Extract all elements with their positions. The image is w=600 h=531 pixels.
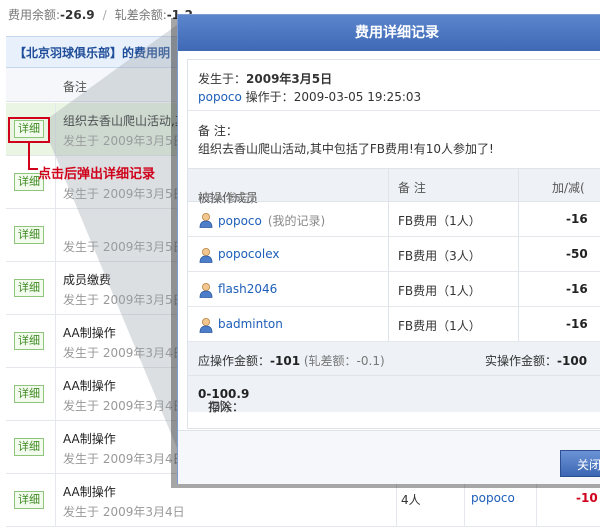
deduct-label: 扣除：: [208, 400, 245, 414]
actual-amount-value: -100: [557, 354, 588, 368]
rounding-diff: (轧差额：-0.1): [303, 354, 385, 368]
member-note: FB费用（1人）: [398, 319, 481, 333]
record-title: AA制操作: [63, 379, 116, 393]
member-link[interactable]: badminton: [218, 317, 283, 331]
row-divider: [55, 262, 56, 314]
detail-button[interactable]: 详细: [14, 279, 44, 297]
member-note: FB费用（3人）: [398, 249, 481, 263]
amount-value: -10: [576, 491, 598, 505]
record-date: 发生于 2009年3月5日: [63, 134, 185, 148]
participant-count: 4人: [401, 493, 421, 507]
user-icon: [199, 282, 213, 298]
remark-column-title: 备注: [63, 80, 88, 94]
callout-connector-h: [28, 168, 38, 170]
remark-text: 组织去香山爬山活动,其中包括了FB费用!有10人参加了!: [198, 142, 494, 156]
actual-amount-label: 实操作金额：: [485, 354, 558, 368]
member-amount: -50: [566, 247, 588, 261]
divider: [188, 110, 600, 111]
record-title: AA制操作: [63, 326, 116, 340]
record-title: 组织去香山爬山活动,其: [63, 114, 187, 128]
dialog-footer: 关闭: [178, 430, 600, 484]
diff-label: 轧差余额:: [114, 8, 167, 22]
member-row: popoco (我的记录) FB费用（1人） -16: [188, 202, 600, 237]
member-row: flash2046 FB费用（1人） -16: [188, 272, 600, 307]
member-note: FB费用（1人）: [398, 214, 481, 228]
member-amount: -16: [566, 212, 588, 226]
detail-button[interactable]: 详细: [14, 438, 44, 456]
expected-amount-label: 应操作金额：: [198, 354, 271, 368]
member-row: badminton FB费用（1人） -16: [188, 307, 600, 342]
callout-text: 点击后弹出详细记录: [38, 167, 156, 182]
user-icon: [199, 212, 213, 228]
occurred-date-line: 发生于：2009年3月5日: [198, 70, 332, 87]
detail-button[interactable]: 详细: [14, 491, 44, 509]
record-title: AA制操作: [63, 432, 116, 446]
remark-label: 备 注：: [198, 124, 238, 138]
row-divider: [55, 209, 56, 261]
fee-detail-dialog: 费用详细记录 发生于：2009年3月5日 popoco 操作于：2009-03-…: [177, 14, 600, 484]
dialog-title: 费用详细记录: [178, 15, 600, 51]
detail-button[interactable]: 详细: [14, 226, 44, 244]
occurred-date: 2009年3月5日: [246, 72, 333, 86]
expected-amount-value: -101: [270, 354, 301, 368]
detail-button[interactable]: 详细: [14, 332, 44, 350]
callout-highlight-box: [8, 117, 50, 143]
dialog-body: 发生于：2009年3月5日 popoco 操作于：2009-03-05 19:2…: [187, 59, 600, 429]
operator-link[interactable]: popoco: [471, 491, 515, 505]
record-date: 发生于 2009年3月5日: [63, 187, 185, 201]
callout-connector: [28, 143, 30, 170]
member-row: popocolex FB费用（3人） -50: [188, 237, 600, 272]
amount-col-title: 加/减(: [552, 181, 585, 195]
row-divider: [55, 421, 56, 473]
operator-link[interactable]: popoco: [198, 90, 242, 104]
record-date: 发生于 2009年3月4日: [63, 505, 185, 519]
balance-label: 费用余额:: [8, 8, 61, 22]
balance-summary: 费用余额:-26.9/轧差余额:-1.2: [8, 6, 193, 22]
record-date: 发生于 2009年3月4日: [63, 346, 185, 360]
note-col-title: 备 注: [398, 181, 426, 195]
member-note: FB费用（1人）: [398, 284, 481, 298]
row-divider: [55, 474, 56, 526]
amount-summary: 应操作金额：-101 (轧差额：-0.1) 实操作金额：-100: [188, 342, 600, 376]
member-amount: -16: [566, 317, 588, 331]
user-icon: [199, 317, 213, 333]
operated-time: 2009-03-05 19:25:03: [293, 90, 422, 104]
record-date: 发生于 2009年3月4日: [63, 399, 185, 413]
row-divider: [55, 103, 56, 155]
close-button[interactable]: 关闭: [560, 450, 600, 477]
member-table-header: 被操作成员( 6人参与) 备 注 加/减(: [188, 168, 600, 205]
self-record-tag: (我的记录): [267, 214, 326, 228]
member-link[interactable]: flash2046: [218, 282, 277, 296]
record-title: AA制操作: [63, 485, 116, 499]
record-date: 发生于 2009年3月5日: [63, 240, 185, 254]
record-date: 发生于 2009年3月4日: [63, 452, 185, 466]
balance-value: -26.9: [60, 8, 95, 22]
member-amount: -16: [566, 282, 588, 296]
row-divider: [55, 315, 56, 367]
row-divider: [55, 368, 56, 420]
detail-button[interactable]: 详细: [14, 385, 44, 403]
record-title: 成员缴费: [63, 273, 112, 287]
operator-line: popoco 操作于：2009-03-05 19:25:03: [198, 88, 421, 105]
member-link[interactable]: popocolex: [218, 247, 279, 261]
user-icon: [199, 247, 213, 263]
occurred-label: 发生于：: [198, 72, 247, 86]
member-link[interactable]: popoco (我的记录): [218, 212, 325, 229]
deposit-summary: 存入： 0/扣除： -100.9: [188, 376, 600, 414]
operated-label: 操作于：: [241, 90, 294, 104]
record-date: 发生于 2009年3月5日: [63, 293, 185, 307]
